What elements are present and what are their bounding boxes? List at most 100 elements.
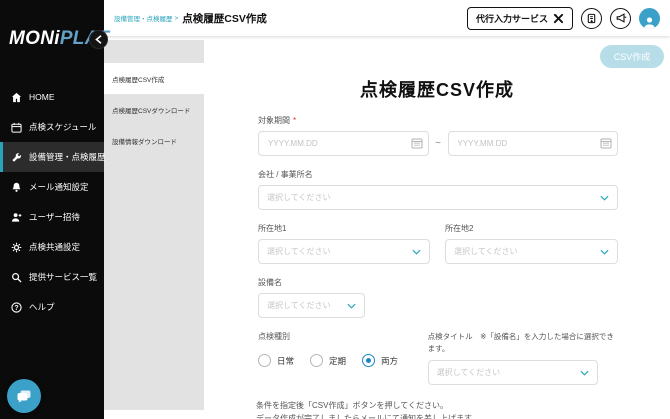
select-placeholder: 選択してください xyxy=(267,192,331,203)
bell-icon xyxy=(11,182,22,193)
sidebar-item-equipment-management[interactable]: 設備管理・点検履歴 xyxy=(0,142,104,172)
location-row: 所在地1 選択してください 所在地2 選択してください xyxy=(258,210,618,264)
period-separator: ~ xyxy=(429,138,448,149)
subsidebar-item-csv-download[interactable]: 点検履歴CSVダウンロード xyxy=(104,94,204,125)
chevron-down-icon xyxy=(347,303,356,309)
period-from-wrap xyxy=(258,131,429,156)
location2-select[interactable]: 選択してください xyxy=(445,239,618,264)
breadcrumb-separator: > xyxy=(175,15,179,22)
sidebar-item-label: 点検共通設定 xyxy=(29,241,80,253)
sidebar-item-label: ユーザー招待 xyxy=(29,211,80,223)
subsidebar-item-label: 設備情報ダウンロード xyxy=(112,136,177,146)
inspection-type-label: 点検種別 xyxy=(258,331,428,342)
megaphone-icon xyxy=(615,12,627,24)
user-icon xyxy=(642,16,657,29)
breadcrumb-parent-link[interactable]: 設備管理・点検履歴 xyxy=(114,13,173,23)
sidebar-item-label: 点検スケジュール xyxy=(29,121,96,133)
gear-icon xyxy=(11,242,22,253)
location2-col: 所在地2 選択してください xyxy=(445,210,618,264)
company-label: 会社 / 事業所名 xyxy=(258,169,618,180)
csv-create-button[interactable]: CSV作成 xyxy=(600,45,664,68)
primary-sidebar: MONiPLAT HOME 点検スケジュール 設備管理・点検履歴 メール通知設定… xyxy=(0,0,104,419)
radio-label: 定期 xyxy=(329,355,346,367)
chevron-down-icon xyxy=(580,370,589,376)
period-from-input[interactable] xyxy=(258,131,429,156)
sidebar-item-inspection-schedule[interactable]: 点検スケジュール xyxy=(0,112,104,142)
sidebar-item-services-list[interactable]: 提供サービス一覧 xyxy=(0,262,104,292)
required-mark: * xyxy=(293,116,296,125)
radio-icon xyxy=(310,354,323,367)
sidebar-item-label: メール通知設定 xyxy=(29,181,89,193)
inspection-title-label: 点検タイトル ※「設備名」を入力した場合に選択できます。 xyxy=(428,331,618,355)
subsidebar-item-equipment-download[interactable]: 設備情報ダウンロード xyxy=(104,125,204,156)
main-content: CSV作成 点検履歴CSV作成 対象期間* ~ 会社 / 事業所名 選択してくだ… xyxy=(204,36,670,419)
crossed-tools-icon xyxy=(553,13,564,24)
radio-label: 日常 xyxy=(277,355,294,367)
sidebar-item-help[interactable]: ? ヘルプ xyxy=(0,292,104,322)
help-icon: ? xyxy=(11,302,22,313)
select-placeholder: 選択してください xyxy=(454,246,518,257)
services-icon xyxy=(11,272,22,283)
sidebar-item-user-invite[interactable]: ユーザー招待 xyxy=(0,202,104,232)
primary-nav: HOME 点検スケジュール 設備管理・点検履歴 メール通知設定 ユーザー招待 点… xyxy=(0,82,104,322)
svg-text:?: ? xyxy=(14,304,18,311)
sidebar-item-label: HOME xyxy=(29,92,55,102)
select-placeholder: 選択してください xyxy=(437,367,501,378)
inspection-type-col: 点検種別 日常 定期 両方 xyxy=(258,318,428,385)
csv-create-form: 対象期間* ~ 会社 / 事業所名 選択してください xyxy=(258,115,618,385)
proxy-button-label: 代行入力サービス xyxy=(476,12,548,25)
radio-option-both[interactable]: 両方 xyxy=(362,354,398,367)
radio-option-daily[interactable]: 日常 xyxy=(258,354,294,367)
sidebar-item-home[interactable]: HOME xyxy=(0,82,104,112)
radio-label: 両方 xyxy=(381,355,398,367)
sidebar-item-label: 設備管理・点検履歴 xyxy=(29,151,106,163)
wrench-icon xyxy=(11,152,22,163)
report-button[interactable] xyxy=(581,8,602,29)
location1-col: 所在地1 選択してください xyxy=(258,210,430,264)
inspection-title-col: 点検タイトル ※「設備名」を入力した場合に選択できます。 選択してください xyxy=(428,318,618,385)
subsidebar-item-label: 点検履歴CSV作成 xyxy=(112,74,164,84)
proxy-input-service-button[interactable]: 代行入力サービス xyxy=(467,7,573,30)
app-logo[interactable]: MONiPLAT xyxy=(0,0,104,50)
type-title-row: 点検種別 日常 定期 両方 点検タイトル ※「設備名」を入力した場合に選択できま… xyxy=(258,318,618,385)
subsidebar-item-label: 点検履歴CSVダウンロード xyxy=(112,105,190,115)
period-to-wrap xyxy=(448,131,619,156)
sidebar-item-mail-notification[interactable]: メール通知設定 xyxy=(0,172,104,202)
location2-label: 所在地2 xyxy=(445,223,618,234)
subsidebar-item-csv-create[interactable]: 点検履歴CSV作成 xyxy=(104,63,204,94)
home-icon xyxy=(11,92,22,103)
equipment-select[interactable]: 選択してください xyxy=(258,293,365,318)
form-footer-note: 条件を指定後「CSV作成」ボタンを押してください。 データ作成が完了しましたらメ… xyxy=(256,400,670,419)
inspection-title-select[interactable]: 選択してください xyxy=(428,360,598,385)
select-placeholder: 選択してください xyxy=(267,300,331,311)
announcements-button[interactable] xyxy=(610,8,631,29)
location1-select[interactable]: 選択してください xyxy=(258,239,430,264)
app-window: MONiPLAT HOME 点検スケジュール 設備管理・点検履歴 メール通知設定… xyxy=(0,0,670,419)
chevron-left-icon xyxy=(95,35,102,44)
calendar-icon xyxy=(11,122,22,133)
page-title-breadcrumb: 点検履歴CSV作成 xyxy=(182,11,267,26)
report-icon xyxy=(586,13,597,24)
footer-line: 条件を指定後「CSV作成」ボタンを押してください。 xyxy=(256,400,670,413)
calendar-picker-icon[interactable] xyxy=(600,137,612,149)
radio-icon xyxy=(258,354,271,367)
calendar-picker-icon[interactable] xyxy=(411,137,423,149)
sidebar-item-label: 提供サービス一覧 xyxy=(29,271,97,283)
chat-support-button[interactable] xyxy=(7,379,41,413)
sidebar-collapse-button[interactable] xyxy=(89,30,108,49)
sidebar-item-label: ヘルプ xyxy=(29,301,55,313)
chat-bubbles-icon xyxy=(15,387,33,405)
chevron-down-icon xyxy=(600,249,609,255)
form-title: 点検履歴CSV作成 xyxy=(204,36,670,102)
location1-label: 所在地1 xyxy=(258,223,430,234)
radio-option-periodic[interactable]: 定期 xyxy=(310,354,346,367)
secondary-sidebar: 点検履歴CSV作成 点検履歴CSVダウンロード 設備情報ダウンロード xyxy=(104,40,204,410)
inspection-type-radios: 日常 定期 両方 xyxy=(258,351,428,370)
period-to-input[interactable] xyxy=(448,131,619,156)
user-avatar[interactable] xyxy=(639,8,660,29)
logo-text-main: MON xyxy=(9,28,54,49)
company-select[interactable]: 選択してください xyxy=(258,185,618,210)
user-plus-icon xyxy=(11,212,22,223)
sidebar-item-common-settings[interactable]: 点検共通設定 xyxy=(0,232,104,262)
radio-icon-selected xyxy=(362,354,375,367)
